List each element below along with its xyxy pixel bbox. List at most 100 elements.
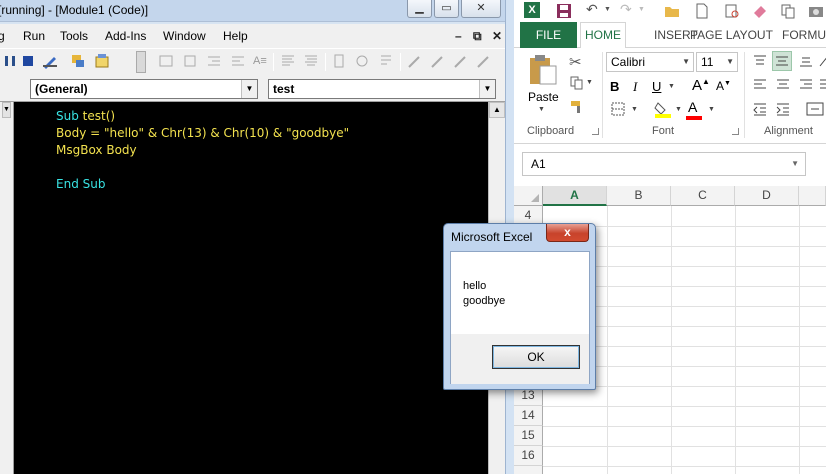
- column-header-a[interactable]: A: [543, 186, 607, 206]
- toolbar-overflow[interactable]: [136, 51, 146, 73]
- tab-formulas[interactable]: FORMUL: [782, 28, 826, 42]
- underline-icon[interactable]: U: [652, 79, 661, 94]
- column-header-c[interactable]: C: [671, 186, 735, 206]
- column-header-e[interactable]: [799, 186, 826, 206]
- align-middle-button[interactable]: [772, 51, 792, 71]
- wrap-text-icon[interactable]: [818, 78, 826, 92]
- row-header-16[interactable]: 16: [514, 446, 543, 466]
- mdi-minimize-icon[interactable]: –: [455, 29, 462, 43]
- procedure-combo-value: test: [273, 82, 295, 96]
- chevron-down-icon[interactable]: ▼: [682, 53, 690, 71]
- copy-icon[interactable]: [780, 3, 796, 19]
- menu-add-ins[interactable]: Add-Ins: [105, 29, 146, 43]
- reset-icon[interactable]: [20, 53, 36, 69]
- formula-bar-row: A1 ▼: [514, 146, 826, 184]
- menu-tools[interactable]: Tools: [60, 29, 88, 43]
- menu-window[interactable]: Window: [163, 29, 206, 43]
- menu-run[interactable]: Run: [23, 29, 45, 43]
- sub-keyword: Sub: [56, 109, 79, 123]
- vbe-title-bar: [running] - [Module1 (Code)] ▁ ▭ ✕: [0, 0, 514, 22]
- bold-icon[interactable]: B: [610, 79, 619, 94]
- mdi-close-icon[interactable]: ✕: [492, 29, 502, 43]
- orientation-icon[interactable]: [818, 54, 826, 68]
- column-header-b[interactable]: B: [607, 186, 671, 206]
- italic-icon[interactable]: I: [633, 79, 637, 95]
- uncomment-block-icon: [305, 55, 317, 66]
- fill-color-icon[interactable]: [654, 100, 672, 118]
- font-name-box[interactable]: Calibri ▼: [606, 52, 694, 72]
- ok-button[interactable]: OK: [492, 345, 580, 369]
- chevron-down-icon[interactable]: ▼: [675, 106, 682, 113]
- excel-logo-icon: X: [524, 2, 540, 18]
- align-bottom-icon[interactable]: [798, 54, 814, 68]
- chevron-down-icon[interactable]: ▼: [668, 83, 675, 90]
- chevron-down-icon[interactable]: ▼: [631, 106, 638, 113]
- mdi-restore-icon[interactable]: ⧉: [473, 29, 482, 44]
- redo-icon[interactable]: ↷: [620, 1, 632, 18]
- bookmark-icon: [381, 55, 391, 65]
- chevron-down-icon[interactable]: ▼: [538, 106, 545, 113]
- procedure-combo[interactable]: test ▼: [268, 79, 496, 99]
- chevron-down-icon[interactable]: ▼: [726, 53, 734, 71]
- borders-icon[interactable]: [611, 102, 625, 116]
- row-header[interactable]: [514, 466, 543, 474]
- align-middle-icon: [776, 56, 788, 66]
- paste-icon[interactable]: [528, 54, 558, 86]
- msgbox-close-button[interactable]: x: [546, 224, 589, 242]
- code-line-1: Sub test(): [56, 108, 115, 125]
- align-top-icon[interactable]: [752, 54, 768, 68]
- column-header-d[interactable]: D: [735, 186, 799, 206]
- tab-home[interactable]: HOME: [580, 22, 626, 49]
- project-explorer-icon[interactable]: [70, 53, 86, 69]
- row-header-15[interactable]: 15: [514, 426, 543, 446]
- grow-font-icon[interactable]: A▲: [692, 77, 710, 94]
- row-header-14[interactable]: 14: [514, 406, 543, 426]
- pause-icon[interactable]: [2, 53, 18, 69]
- merge-center-icon[interactable]: [806, 102, 824, 116]
- cut-icon[interactable]: ✂: [569, 53, 582, 71]
- undo-icon[interactable]: ↶: [586, 1, 598, 18]
- properties-icon[interactable]: [94, 53, 110, 69]
- align-center-icon[interactable]: [775, 78, 791, 92]
- shrink-font-icon[interactable]: A▼: [716, 79, 731, 93]
- chevron-down-icon[interactable]: ▼: [586, 79, 593, 86]
- maximize-button[interactable]: ▭: [434, 0, 459, 18]
- close-button[interactable]: ✕: [461, 0, 501, 18]
- align-left-icon[interactable]: [752, 78, 768, 92]
- tab-page-layout[interactable]: PAGE LAYOUT: [690, 28, 773, 42]
- object-combo[interactable]: (General) ▼: [30, 79, 258, 99]
- font-dialog-launcher[interactable]: [732, 128, 739, 135]
- new-file-icon[interactable]: [694, 3, 710, 19]
- tab-file[interactable]: FILE: [520, 22, 577, 48]
- menu-help[interactable]: Help: [223, 29, 248, 43]
- font-size-box[interactable]: 11 ▼: [696, 52, 738, 72]
- format-painter-icon[interactable]: [570, 100, 584, 114]
- name-box[interactable]: A1 ▼: [522, 152, 806, 176]
- design-mode-icon[interactable]: [42, 53, 58, 69]
- clipboard-dialog-launcher[interactable]: [592, 128, 599, 135]
- chevron-down-icon[interactable]: ▼: [604, 6, 611, 13]
- menu-debug-partial[interactable]: g: [0, 29, 5, 43]
- chevron-down-icon[interactable]: ▼: [241, 80, 257, 98]
- chevron-down-icon[interactable]: ▼: [791, 159, 799, 168]
- chevron-down-icon[interactable]: ▼: [2, 102, 11, 118]
- chevron-down-icon[interactable]: ▼: [708, 106, 715, 113]
- paste-label[interactable]: Paste: [528, 90, 559, 104]
- increase-indent-icon[interactable]: [775, 102, 791, 116]
- copy-icon[interactable]: [570, 76, 584, 90]
- eraser-icon[interactable]: [752, 3, 768, 19]
- minimize-button[interactable]: ▁: [407, 0, 432, 18]
- camera-icon[interactable]: [808, 3, 824, 19]
- align-right-icon[interactable]: [798, 78, 814, 92]
- outdent-icon: [232, 56, 244, 66]
- vbe-title-text: [running] - [Module1 (Code)]: [0, 3, 149, 17]
- chevron-down-icon[interactable]: ▼: [479, 80, 495, 98]
- save-icon[interactable]: [556, 3, 572, 19]
- scroll-up-icon[interactable]: ▲: [489, 102, 505, 118]
- open-folder-icon[interactable]: [664, 3, 680, 19]
- print-preview-icon[interactable]: [724, 3, 740, 19]
- select-all-corner[interactable]: [514, 186, 543, 206]
- chevron-down-icon[interactable]: ▼: [638, 6, 645, 13]
- font-color-icon[interactable]: A: [688, 99, 697, 115]
- decrease-indent-icon[interactable]: [752, 102, 768, 116]
